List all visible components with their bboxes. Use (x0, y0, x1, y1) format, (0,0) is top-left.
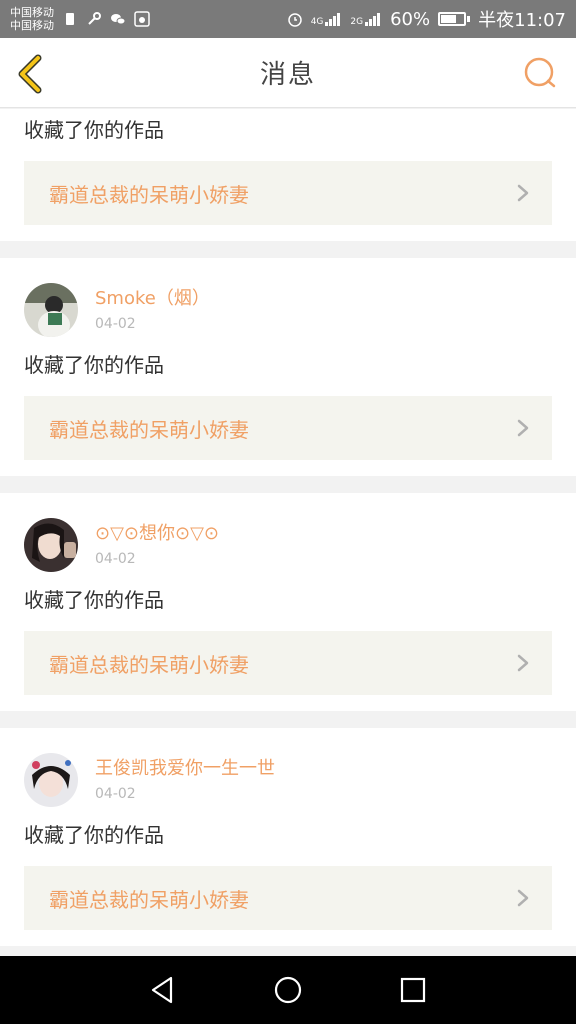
signal-bars-icon (325, 13, 341, 26)
action-text: 收藏了你的作品 (24, 118, 164, 142)
work-title: 霸道总裁的呆萌小娇妻 (49, 417, 249, 442)
date: 04-02 (95, 785, 136, 802)
action-text: 收藏了你的作品 (24, 353, 164, 377)
avatar[interactable] (24, 753, 78, 807)
user-meta: ⊙▽⊙想你⊙▽⊙ 04-02 (95, 522, 219, 569)
user-meta: 王俊凯我爱你一生一世 04-02 (95, 757, 275, 804)
page-title: 消息 (259, 60, 316, 90)
status-left: 中国移动 中国移动 (10, 6, 150, 32)
app-notification-icon (134, 11, 150, 27)
recents-button[interactable] (395, 972, 431, 1008)
work-link[interactable]: 霸道总裁的呆萌小娇妻 (24, 161, 552, 225)
work-title: 霸道总裁的呆萌小娇妻 (49, 887, 249, 912)
avatar[interactable] (24, 283, 78, 337)
action-text: 收藏了你的作品 (24, 823, 164, 847)
work-link[interactable]: 霸道总裁的呆萌小娇妻 (24, 631, 552, 695)
message-card: 王俊凯我爱你一生一世 04-02 收藏了你的作品 霸道总裁的呆萌小娇妻 (0, 728, 576, 946)
user-row: Smoke（烟） 04-02 (24, 282, 552, 338)
user-row: ⊙▽⊙想你⊙▽⊙ 04-02 (24, 517, 552, 573)
status-bar: 中国移动 中国移动 4G 2G 60% 半夜11:07 (0, 0, 576, 38)
battery-percent: 60% (390, 8, 431, 30)
message-card: ⊙▽⊙想你⊙▽⊙ 04-02 收藏了你的作品 霸道总裁的呆萌小娇妻 (0, 493, 576, 711)
chevron-right-icon (517, 889, 529, 907)
square-recents-icon (401, 977, 426, 1003)
signal-1: 4G (311, 11, 343, 27)
clock: 半夜11:07 (478, 10, 566, 31)
message-list[interactable]: 收藏了你的作品 霸道总裁的呆萌小娇妻 Smoke（烟） 04-02 收藏了你的作… (0, 109, 576, 956)
user-row: 王俊凯我爱你一生一世 04-02 (24, 752, 552, 808)
signal-2: 2G (350, 11, 382, 27)
chevron-right-icon (517, 654, 529, 672)
alarm-icon (287, 13, 302, 27)
chevron-right-icon (517, 419, 529, 437)
back-arrow-icon[interactable] (12, 52, 52, 96)
date: 04-02 (95, 315, 136, 332)
circle-home-icon (274, 976, 302, 1004)
network-2-label: 2G (350, 17, 364, 27)
wechat-icon (111, 14, 126, 25)
work-title: 霸道总裁的呆萌小娇妻 (49, 182, 249, 207)
avatar[interactable] (24, 518, 78, 572)
username[interactable]: 王俊凯我爱你一生一世 (95, 757, 275, 781)
work-title: 霸道总裁的呆萌小娇妻 (49, 652, 249, 677)
network-1-label: 4G (310, 17, 324, 27)
carrier-info: 中国移动 中国移动 (10, 6, 54, 32)
date: 04-02 (95, 550, 136, 567)
work-link[interactable]: 霸道总裁的呆萌小娇妻 (24, 866, 552, 930)
message-card: 收藏了你的作品 霸道总裁的呆萌小娇妻 (0, 109, 576, 241)
battery-icon (438, 12, 471, 26)
search-icon[interactable] (522, 55, 558, 91)
username[interactable]: Smoke（烟） (95, 287, 210, 311)
username[interactable]: ⊙▽⊙想你⊙▽⊙ (95, 522, 219, 546)
key-icon (88, 12, 101, 25)
carrier-2: 中国移动 (10, 19, 54, 32)
action-text: 收藏了你的作品 (24, 588, 164, 612)
chevron-right-icon (517, 184, 529, 202)
back-button[interactable] (145, 972, 181, 1008)
work-link[interactable]: 霸道总裁的呆萌小娇妻 (24, 396, 552, 460)
signal-bars-icon (365, 13, 381, 26)
user-meta: Smoke（烟） 04-02 (95, 287, 210, 334)
sim-icon (66, 13, 74, 25)
carrier-1: 中国移动 (10, 6, 54, 19)
nav-bar: 消息 (0, 38, 576, 108)
system-nav-bar (0, 956, 576, 1024)
home-button[interactable] (270, 972, 306, 1008)
triangle-back-icon (151, 976, 172, 1004)
message-card: Smoke（烟） 04-02 收藏了你的作品 霸道总裁的呆萌小娇妻 (0, 258, 576, 476)
status-right: 4G 2G 60% 半夜11:07 (287, 6, 566, 32)
